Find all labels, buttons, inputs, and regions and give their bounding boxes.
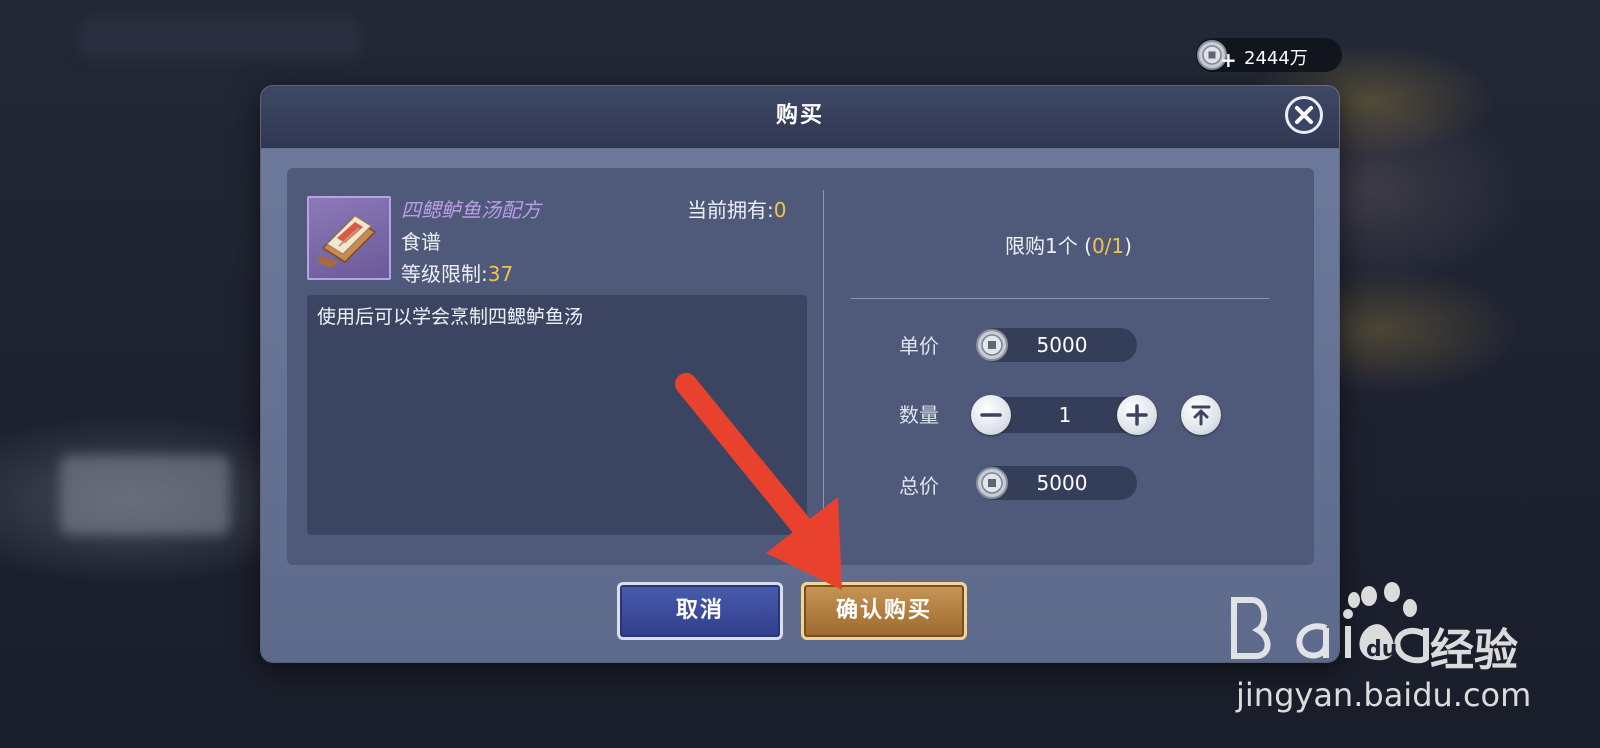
purchase-dialog: 购买 四鳃鲈鱼汤配方 当前拥有:0 食谱 等级限制:37 使用后可以学会烹制四鳃…	[261, 86, 1339, 662]
item-description-box: 使用后可以学会烹制四鳃鲈鱼汤	[307, 295, 807, 535]
item-panel: 四鳃鲈鱼汤配方 当前拥有:0 食谱 等级限制:37 使用后可以学会烹制四鳃鲈鱼汤…	[287, 168, 1314, 565]
level-requirement: 等级限制:37	[401, 258, 513, 287]
owned-label: 当前拥有:	[687, 198, 774, 222]
dialog-titlebar: 购买	[261, 86, 1339, 149]
total-price-field: 5000	[976, 466, 1137, 500]
currency-amount: 2444万	[1244, 48, 1308, 69]
limit-prefix: 限购1个 (	[1005, 234, 1092, 258]
svg-text:du: du	[1366, 637, 1397, 662]
max-icon	[1191, 405, 1211, 426]
close-button[interactable]	[1285, 96, 1323, 134]
minus-icon	[980, 413, 1002, 417]
watermark-brand: 经验	[1430, 625, 1518, 676]
level-label: 等级限制:	[401, 262, 488, 286]
owned-count: 当前拥有:0	[687, 194, 786, 223]
horizontal-divider	[851, 298, 1269, 299]
increase-quantity-button[interactable]	[1117, 395, 1157, 435]
dialog-title: 购买	[775, 103, 824, 128]
unit-price-value: 5000	[1036, 333, 1088, 357]
quantity-label: 数量	[899, 403, 939, 427]
close-icon	[1295, 106, 1313, 124]
max-quantity-button[interactable]	[1181, 395, 1221, 435]
decrease-quantity-button[interactable]	[971, 395, 1011, 435]
watermark-url: jingyan.baidu.com	[1236, 676, 1532, 714]
item-icon	[307, 196, 391, 280]
item-type: 食谱	[401, 230, 441, 254]
total-price-value: 5000	[1036, 471, 1088, 495]
unit-price-field: 5000	[976, 328, 1137, 362]
background-panel	[80, 18, 360, 58]
unit-price-label: 单价	[899, 334, 939, 358]
add-currency-icon[interactable]: +	[1220, 50, 1237, 70]
currency-display[interactable]: + 2444万	[1196, 38, 1342, 72]
limit-suffix: )	[1124, 234, 1132, 258]
total-price-label: 总价	[899, 474, 939, 498]
quantity-value: 1	[1058, 403, 1072, 427]
owned-value: 0	[773, 198, 787, 222]
level-value: 37	[487, 262, 514, 286]
purchase-limit: 限购1个 (0/1)	[823, 230, 1314, 259]
item-name: 四鳃鲈鱼汤配方	[401, 198, 541, 222]
confirm-purchase-button[interactable]: 确认购买	[801, 582, 967, 640]
plus-icon	[1126, 404, 1148, 426]
background-panel	[60, 455, 230, 535]
coin-icon	[976, 467, 1008, 499]
recipe-scroll-icon	[317, 215, 377, 268]
cancel-button[interactable]: 取消	[617, 582, 783, 640]
item-description: 使用后可以学会烹制四鳃鲈鱼汤	[317, 306, 584, 328]
coin-icon	[976, 329, 1008, 361]
limit-value: 0/1	[1091, 234, 1125, 258]
